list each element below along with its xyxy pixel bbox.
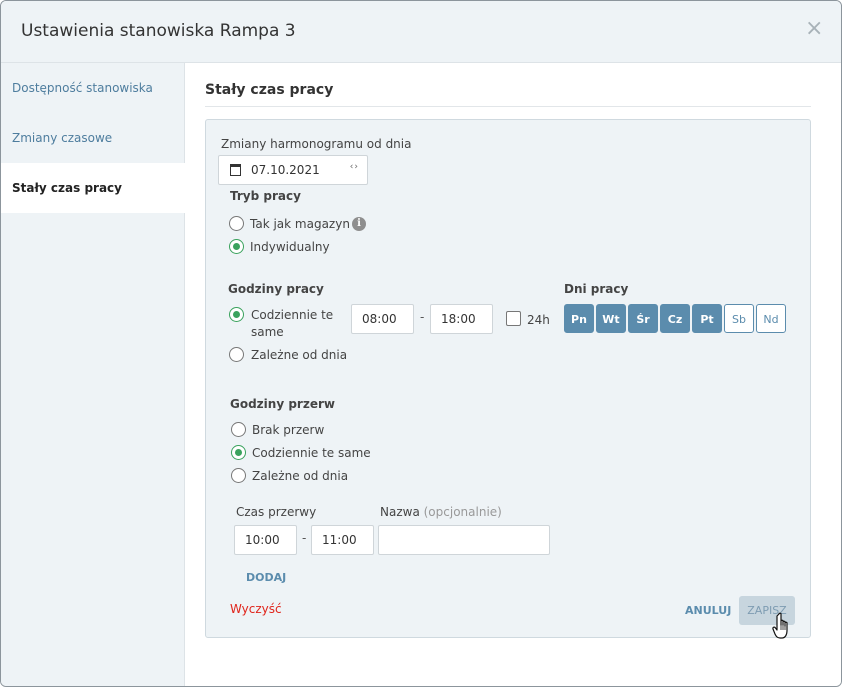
day-toggle-pt[interactable]: Pt (692, 304, 722, 333)
day-toggle-pn[interactable]: Pn (564, 304, 594, 333)
hand-cursor-icon (772, 612, 788, 639)
work-hours-heading: Godziny pracy (228, 282, 324, 296)
day-toggle-sb[interactable]: Sb (724, 304, 754, 333)
sidebar-item-fixed-hours[interactable]: Stały czas pracy (1, 163, 185, 213)
work-hours-from-input[interactable]: 08:00 (351, 304, 414, 334)
break-dash: - (302, 531, 307, 545)
add-break-button[interactable]: DODAJ (246, 571, 286, 584)
work-hours-to-input[interactable]: 18:00 (430, 304, 493, 334)
info-icon[interactable]: i (352, 217, 366, 231)
schedule-panel: Zmiany harmonogramu od dnia 07.10.2021 ‹… (205, 119, 811, 638)
settings-dialog: Ustawienia stanowiska Rampa 3 × Dostępno… (0, 0, 842, 687)
section-title: Stały czas pracy (205, 82, 334, 98)
cancel-button[interactable]: ANULUJ (685, 604, 731, 617)
day-toggle-wt[interactable]: Wt (596, 304, 626, 333)
work-hours-same-radio[interactable] (229, 307, 244, 322)
work-hours-same-label-line2: same (251, 325, 284, 339)
main-content: Stały czas pracy Zmiany harmonogramu od … (186, 63, 841, 686)
schedule-date-input[interactable]: 07.10.2021 ‹› (218, 155, 368, 185)
breaks-none-radio[interactable] (231, 422, 246, 437)
section-divider (205, 106, 811, 107)
dialog-title: Ustawienia stanowiska Rampa 3 (21, 21, 296, 41)
clear-button[interactable]: Wyczyść (230, 602, 282, 616)
dialog-header: Ustawienia stanowiska Rampa 3 × (1, 1, 841, 63)
sidebar-item-availability[interactable]: Dostępność stanowiska (1, 63, 185, 113)
work-hours-daily-radio[interactable] (229, 347, 244, 362)
sidebar-item-time-changes[interactable]: Zmiany czasowe (1, 113, 185, 163)
breaks-daily-label: Zależne od dnia (252, 469, 349, 483)
break-name-input[interactable] (378, 525, 550, 555)
work-hours-dash: - (420, 310, 425, 324)
breaks-daily-radio[interactable] (231, 468, 246, 483)
work-hours-same-label-line1: Codziennie te (251, 308, 334, 322)
allday-checkbox[interactable] (506, 311, 521, 326)
day-toggle-nd[interactable]: Nd (756, 304, 786, 333)
breaks-same-radio[interactable] (231, 445, 246, 460)
breaks-heading: Godziny przerw (230, 397, 335, 411)
schedule-date-value: 07.10.2021 (251, 163, 320, 177)
break-name-label-text: Nazwa (380, 505, 420, 519)
date-arrows-icon[interactable]: ‹› (350, 162, 359, 172)
work-mode-heading: Tryb pracy (230, 189, 301, 203)
sidebar: Dostępność stanowiska Zmiany czasowe Sta… (1, 63, 185, 686)
work-mode-individual-label: Indywidualny (250, 240, 330, 254)
day-toggle-cz[interactable]: Cz (660, 304, 690, 333)
schedule-from-label: Zmiany harmonogramu od dnia (221, 137, 412, 151)
calendar-icon (230, 164, 241, 176)
work-mode-individual-radio[interactable] (229, 239, 244, 254)
breaks-none-label: Brak przerw (252, 423, 325, 437)
allday-label: 24h (527, 313, 550, 327)
break-to-input[interactable]: 11:00 (311, 525, 374, 555)
day-toggle-sr[interactable]: Śr (628, 304, 658, 333)
work-hours-daily-label: Zależne od dnia (251, 348, 348, 362)
break-name-optional: (opcjonalnie) (423, 505, 502, 519)
close-icon[interactable]: × (805, 18, 823, 40)
work-mode-warehouse-label: Tak jak magazyn (250, 217, 350, 231)
break-duration-label: Czas przerwy (236, 505, 317, 519)
break-from-input[interactable]: 10:00 (234, 525, 297, 555)
break-name-label: Nazwa (opcjonalnie) (380, 505, 502, 519)
work-mode-warehouse-radio[interactable] (229, 216, 244, 231)
breaks-same-label: Codziennie te same (252, 446, 371, 460)
work-days-heading: Dni pracy (564, 282, 629, 296)
